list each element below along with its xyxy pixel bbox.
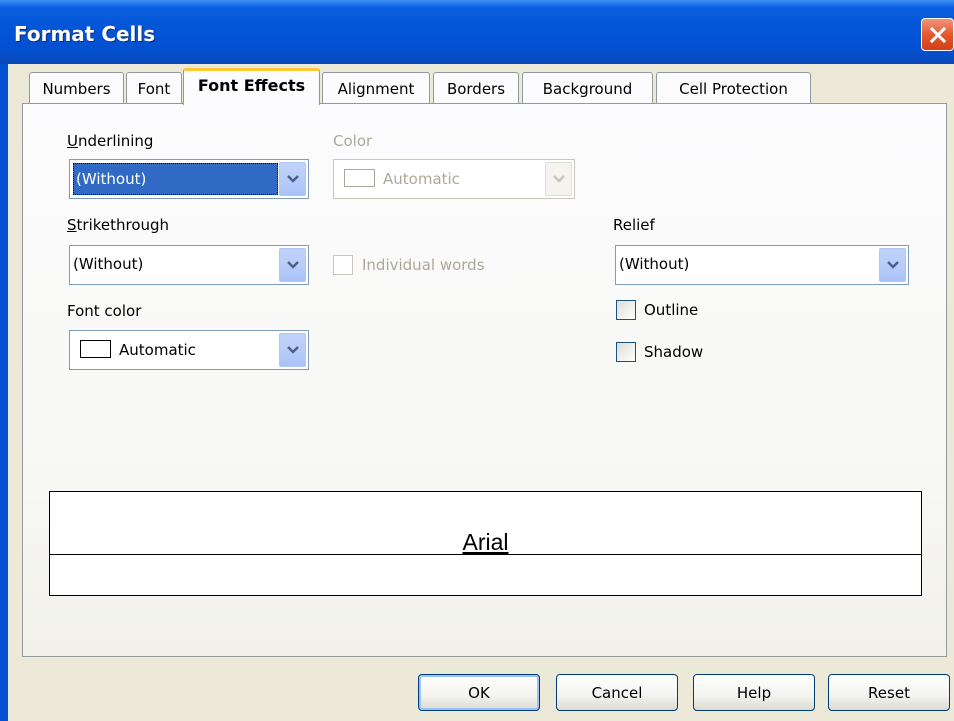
individual-words-checkbox [333, 255, 353, 275]
individual-words-label: Individual words [362, 256, 485, 274]
close-button[interactable] [921, 18, 954, 51]
underlining-select[interactable]: (Without) [69, 159, 309, 199]
color-label: Color [333, 132, 373, 150]
color-value: Automatic [383, 170, 460, 188]
tab-label: Background [542, 80, 633, 98]
font-color-swatch [80, 340, 111, 358]
underlining-value: (Without) [73, 163, 278, 195]
tab-cell-protection[interactable]: Cell Protection [656, 72, 811, 104]
outline-checkbox[interactable] [616, 300, 636, 320]
strikethrough-accel: S [67, 216, 77, 234]
relief-value: (Without) [619, 255, 690, 273]
dialog-title: Format Cells [14, 22, 156, 46]
underlining-accel: U [67, 132, 78, 150]
tab-alignment[interactable]: Alignment [322, 72, 430, 104]
font-color-value-wrap: Automatic [80, 340, 196, 359]
relief-label: Relief [613, 216, 655, 234]
shadow-label[interactable]: Shadow [644, 343, 703, 361]
tab-numbers[interactable]: Numbers [29, 72, 124, 104]
outline-label[interactable]: Outline [644, 301, 698, 319]
font-color-select[interactable]: Automatic [69, 330, 309, 370]
preview-text: Arial [462, 529, 509, 555]
help-button[interactable]: Help [693, 674, 815, 711]
color-select: Automatic [333, 159, 575, 199]
tab-label: Cell Protection [679, 80, 788, 98]
font-color-value: Automatic [119, 341, 196, 359]
tab-label: Font Effects [197, 76, 306, 95]
tab-borders[interactable]: Borders [433, 72, 519, 104]
underlining-label: Underlining [67, 132, 154, 150]
title-bar: Format Cells [0, 0, 954, 64]
strikethrough-value: (Without) [73, 255, 144, 273]
strikethrough-select[interactable]: (Without) [69, 245, 309, 285]
tab-label: Numbers [42, 80, 111, 98]
tab-font-effects[interactable]: Font Effects [183, 68, 320, 105]
reset-button[interactable]: Reset [828, 674, 950, 711]
tab-label: Font [137, 80, 171, 98]
font-color-label: Font color [67, 302, 142, 320]
chevron-down-icon[interactable] [279, 162, 306, 196]
chevron-down-icon[interactable] [879, 248, 906, 282]
close-icon [929, 26, 946, 43]
color-swatch [344, 169, 375, 187]
format-cells-dialog: Format Cells Numbers Font Font Effects A… [0, 0, 954, 721]
color-value-wrap: Automatic [344, 169, 460, 188]
chevron-down-icon [545, 162, 572, 196]
tab-label: Borders [446, 80, 506, 98]
cancel-button[interactable]: Cancel [556, 674, 678, 711]
chevron-down-icon[interactable] [279, 333, 306, 367]
tab-background[interactable]: Background [522, 72, 653, 104]
shadow-checkbox[interactable] [616, 342, 636, 362]
tab-font[interactable]: Font [126, 72, 182, 104]
chevron-down-icon[interactable] [279, 248, 306, 282]
window-border [0, 64, 8, 721]
tab-label: Alignment [337, 80, 415, 98]
strikethrough-label: Strikethrough [67, 216, 170, 234]
ok-button[interactable]: OK [418, 674, 540, 711]
relief-select[interactable]: (Without) [615, 245, 909, 285]
font-preview: Arial [49, 491, 922, 596]
